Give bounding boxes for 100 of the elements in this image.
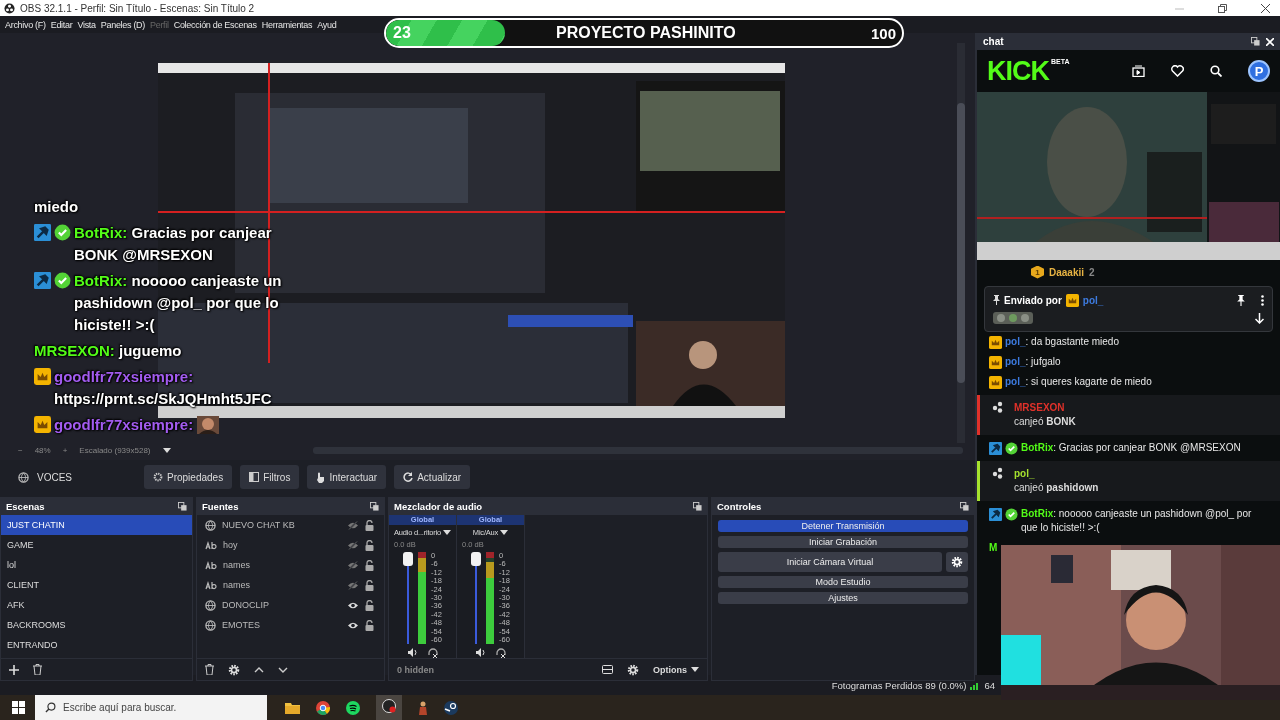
gifter-name: Daaakii — [1049, 266, 1085, 278]
goal-target: 100 — [870, 24, 897, 42]
headphones-icon[interactable] — [495, 648, 506, 658]
padlock-icon[interactable] — [365, 539, 374, 551]
scrollbar[interactable] — [957, 43, 965, 443]
eye-slash-icon[interactable] — [347, 520, 359, 530]
scene-item[interactable]: CLIENT — [1, 575, 43, 595]
zoom-in-button[interactable]: + — [62, 446, 68, 455]
menu-item[interactable]: Archivo (F) — [5, 19, 46, 30]
float-icon[interactable] — [178, 502, 187, 511]
goal-current: 23 — [392, 24, 412, 42]
control-button[interactable]: Iniciar Grabación — [718, 536, 968, 548]
source-item[interactable]: names — [223, 560, 341, 570]
refresh-icon — [403, 472, 414, 482]
kebab-menu-icon[interactable] — [1261, 294, 1264, 306]
menu-item[interactable]: Editar — [50, 19, 73, 30]
eye-icon[interactable] — [347, 600, 359, 610]
speaker-icon[interactable] — [475, 648, 486, 657]
caret-icon[interactable] — [443, 530, 451, 535]
crown-badge-icon — [34, 368, 51, 385]
scene-item[interactable]: JUST CHATIN — [1, 515, 192, 535]
menu-item[interactable]: Paneles (D) — [100, 19, 145, 30]
search-icon[interactable] — [1210, 65, 1222, 77]
scene-item[interactable]: lol — [1, 555, 20, 575]
speaker-icon[interactable] — [407, 648, 418, 657]
options-menu[interactable]: Options — [653, 664, 687, 675]
float-icon[interactable] — [1251, 37, 1260, 46]
control-button[interactable]: Modo Estudio — [718, 576, 968, 588]
menu-item[interactable]: Colección de Escenas — [173, 19, 257, 30]
heart-icon[interactable] — [1171, 65, 1184, 77]
trash-icon[interactable] — [33, 664, 42, 675]
padlock-icon[interactable] — [365, 599, 374, 611]
crown-badge-icon — [989, 336, 1002, 349]
user-avatar[interactable]: P — [1248, 60, 1270, 82]
padlock-icon[interactable] — [365, 579, 374, 591]
gear-icon[interactable] — [627, 663, 639, 676]
crown-badge-icon — [34, 416, 51, 433]
source-item[interactable]: NUEVO CHAT KB — [222, 520, 341, 530]
settings-button[interactable] — [946, 552, 968, 572]
close-icon[interactable] — [1261, 3, 1270, 13]
trash-icon[interactable] — [205, 664, 214, 675]
control-button[interactable]: Ajustes — [718, 592, 968, 604]
windows-logo-icon[interactable] — [12, 701, 25, 714]
site-logo[interactable]: KICK — [987, 57, 1049, 85]
caret-icon[interactable] — [162, 448, 171, 453]
eye-slash-icon[interactable] — [347, 560, 359, 570]
add-icon[interactable] — [9, 664, 19, 675]
scene-item[interactable]: AFK — [1, 595, 29, 615]
scene-item[interactable]: GAME — [1, 535, 38, 555]
float-icon[interactable] — [370, 502, 379, 511]
restore-icon[interactable] — [1218, 3, 1227, 13]
headphones-icon[interactable] — [427, 648, 438, 658]
gear-icon[interactable] — [228, 663, 240, 676]
menu-item[interactable]: Vista — [77, 19, 96, 30]
chat-message: pol_: da bgastante miedo — [1005, 335, 1119, 349]
pin-icon[interactable] — [1237, 294, 1245, 306]
float-icon[interactable] — [960, 502, 969, 511]
reward-icon — [992, 467, 1004, 479]
eye-slash-icon[interactable] — [347, 540, 359, 550]
zoom-out-button[interactable]: − — [18, 446, 23, 455]
interact-button[interactable]: Interactuar — [307, 465, 387, 489]
down-icon[interactable] — [278, 666, 288, 673]
tricolor-circle-icon[interactable] — [316, 700, 330, 715]
figure-icon[interactable] — [418, 700, 428, 715]
source-item[interactable]: hoy — [223, 540, 341, 550]
eye-icon[interactable] — [347, 620, 359, 630]
refresh-button[interactable]: Actualizar — [394, 465, 471, 489]
down-arrow-icon[interactable] — [1255, 312, 1264, 324]
padlock-icon[interactable] — [365, 559, 374, 571]
caret-icon[interactable] — [691, 667, 699, 672]
source-item[interactable]: names — [223, 580, 341, 590]
menu-item[interactable]: Ayud — [317, 19, 337, 30]
source-item[interactable]: EMOTES — [222, 620, 341, 630]
sound-waves-icon[interactable] — [346, 700, 360, 715]
up-icon[interactable] — [254, 666, 264, 673]
scene-item[interactable]: ENTRANDO — [1, 635, 62, 655]
reward-icon — [992, 401, 1004, 413]
eye-slash-icon[interactable] — [347, 580, 359, 590]
chat-message: miedo — [34, 197, 79, 217]
chat-message: MRSEXON: juguemo — [34, 341, 182, 361]
source-item[interactable]: DONOCLIP — [222, 600, 341, 610]
search-field[interactable]: Escribe aquí para buscar. — [35, 695, 267, 720]
scene-item[interactable]: BACKROOMS — [1, 615, 70, 635]
float-icon[interactable] — [693, 502, 702, 511]
folder-icon[interactable] — [285, 701, 300, 714]
pin-icon — [993, 295, 1000, 306]
globe-icon — [205, 619, 216, 631]
record-circle-icon[interactable] — [382, 698, 396, 713]
control-button[interactable]: Detener Transmisión — [718, 520, 968, 532]
layout-icon[interactable] — [602, 665, 613, 674]
video-icon[interactable] — [1132, 65, 1145, 77]
padlock-icon[interactable] — [365, 619, 374, 631]
caret-icon[interactable] — [500, 530, 509, 535]
check-badge-icon — [54, 224, 71, 241]
control-button[interactable]: Iniciar Cámara Virtual — [718, 552, 942, 572]
properties-button[interactable]: Propiedades — [144, 465, 233, 489]
menu-item[interactable]: Herramientas — [261, 19, 313, 30]
padlock-icon[interactable] — [365, 519, 374, 531]
filters-button[interactable]: Filtros — [240, 465, 300, 489]
username: MRSEXON — [1014, 401, 1066, 415]
